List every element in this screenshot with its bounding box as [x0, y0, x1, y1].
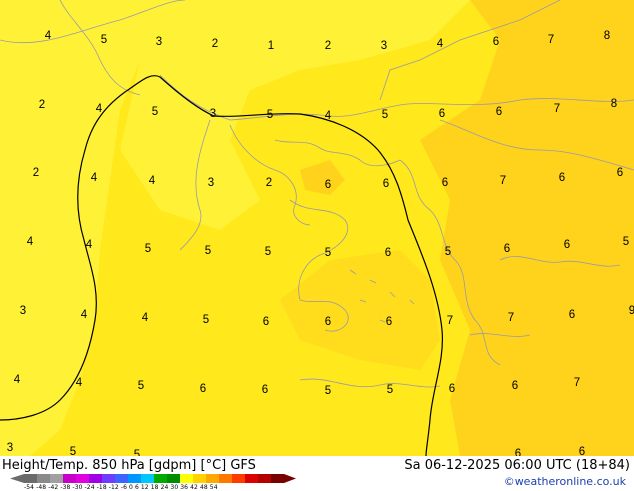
scale-swatch [115, 474, 128, 483]
value-label: 6 [325, 179, 331, 191]
value-label: 4 [325, 110, 332, 122]
value-label: 6 [493, 36, 499, 48]
value-label: 6 [263, 316, 269, 328]
scale-swatch [76, 474, 89, 483]
value-label: 4 [14, 374, 21, 386]
value-label: 4 [96, 103, 103, 115]
map-title: Height/Temp. 850 hPa [gdpm] [°C] GFS [2, 458, 256, 473]
scale-swatch [63, 474, 76, 483]
value-label: 7 [554, 103, 560, 115]
value-label: 3 [210, 108, 216, 120]
value-label: 6 [617, 167, 623, 179]
value-label: 9 [629, 305, 634, 317]
scale-swatch [167, 474, 180, 483]
scale-swatch [271, 474, 284, 483]
value-label: 6 [496, 106, 502, 118]
value-label: 2 [39, 99, 45, 111]
value-label: 5 [134, 449, 140, 456]
value-label: 7 [548, 34, 554, 46]
scale-swatch [219, 474, 232, 483]
value-label: 3 [208, 177, 214, 189]
value-label: 4 [437, 38, 444, 50]
valid-time: Sa 06-12-2025 06:00 UTC (18+84) [404, 458, 630, 473]
value-label: 7 [508, 312, 514, 324]
value-label: 6 [515, 448, 521, 456]
value-label: 5 [101, 34, 107, 46]
value-label: 5 [325, 385, 331, 397]
credit-link[interactable]: ©weatheronline.co.uk [504, 475, 626, 488]
value-label: 4 [142, 312, 149, 324]
value-label: 6 [325, 316, 331, 328]
value-label: 3 [156, 36, 162, 48]
value-label: 1 [268, 40, 274, 52]
value-label: 6 [564, 239, 570, 251]
value-label: 2 [325, 40, 331, 52]
scale-swatch [128, 474, 141, 483]
value-label: 6 [439, 108, 445, 120]
scale-swatch [245, 474, 258, 483]
scale-swatch [154, 474, 167, 483]
value-label: 5 [623, 236, 629, 248]
scale-swatch [141, 474, 154, 483]
value-label: 4 [86, 239, 93, 251]
scale-arrow-right [284, 474, 296, 483]
scale-swatch [37, 474, 50, 483]
value-label: 3 [7, 442, 13, 454]
value-label: 6 [442, 177, 448, 189]
value-label: 7 [500, 175, 506, 187]
value-label: 6 [512, 380, 518, 392]
value-label: 6 [579, 446, 585, 456]
value-label: 4 [45, 30, 52, 42]
value-label: 5 [382, 109, 388, 121]
value-label: 5 [152, 106, 158, 118]
value-label: 4 [76, 377, 83, 389]
scale-swatch [102, 474, 115, 483]
value-label: 2 [33, 167, 39, 179]
color-scale [10, 474, 296, 483]
scale-swatch [232, 474, 245, 483]
scale-swatch [89, 474, 102, 483]
value-label: 2 [266, 177, 272, 189]
value-label: 5 [445, 246, 451, 258]
value-label: 3 [20, 305, 26, 317]
value-label: 5 [203, 314, 209, 326]
value-label: 7 [574, 377, 580, 389]
value-label: 4 [81, 309, 88, 321]
value-label: 4 [27, 236, 34, 248]
scale-swatch [180, 474, 193, 483]
footer: Height/Temp. 850 hPa [gdpm] [°C] GFS Sa … [0, 456, 634, 491]
value-label: 2 [212, 38, 218, 50]
value-label: 7 [447, 315, 453, 327]
scale-arrow-left [10, 474, 24, 483]
value-label: 5 [265, 246, 271, 258]
value-label: 5 [145, 243, 151, 255]
value-label: 5 [325, 247, 331, 259]
value-label: 4 [91, 172, 98, 184]
value-label: 8 [604, 30, 610, 42]
scale-swatch [206, 474, 219, 483]
value-label: 6 [559, 172, 565, 184]
value-label: 6 [386, 316, 392, 328]
value-label: 3 [381, 40, 387, 52]
value-label: 5 [387, 384, 393, 396]
value-label: 8 [611, 98, 617, 110]
value-label: 5 [138, 380, 144, 392]
value-label: 4 [149, 175, 156, 187]
value-label: 6 [569, 309, 575, 321]
value-label: 5 [70, 446, 76, 456]
value-label: 5 [205, 245, 211, 257]
value-label: 6 [385, 247, 391, 259]
value-label: 6 [383, 178, 389, 190]
value-label: 5 [267, 109, 273, 121]
scale-swatch [258, 474, 271, 483]
value-label: 6 [504, 243, 510, 255]
weather-map: 4 5 3 2 1 2 3 4 6 7 8 2 4 5 3 5 4 5 6 6 7 8 2 4 4 3 2 6 6 6 7 6 6 4 4 5 5 5 5 6… [0, 0, 634, 456]
value-label: 6 [449, 383, 455, 395]
scale-swatch [50, 474, 63, 483]
scale-swatch [24, 474, 37, 483]
value-label: 6 [200, 383, 206, 395]
scale-swatch [193, 474, 206, 483]
value-label: 6 [262, 384, 268, 396]
